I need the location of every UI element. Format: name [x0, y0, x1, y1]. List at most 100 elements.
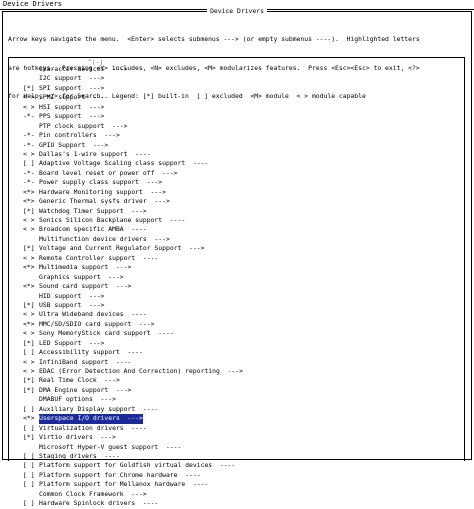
menu-item-label: Watchdog Timer Support --->	[39, 206, 147, 215]
menu-item[interactable]: -*- GPIO Support --->	[23, 141, 463, 150]
menu-item-state: -*-	[23, 131, 35, 140]
menu-item-state	[23, 395, 39, 404]
menu-item[interactable]: Multifunction device drivers --->	[23, 235, 463, 244]
menu-item-label: GPIO Support --->	[39, 140, 109, 149]
menu-item[interactable]: PTP clock support --->	[23, 122, 463, 131]
menu-item[interactable]: DMABUF options --->	[23, 395, 463, 404]
menu-item[interactable]: < > Sonics Silicon Backplane support ----	[23, 216, 463, 225]
menu-item-label: Common Clock Framework --->	[39, 489, 147, 498]
menu-item[interactable]: -*- Board level reset or power off --->	[23, 169, 463, 178]
menu-item[interactable]: -*- Power supply class support --->	[23, 178, 463, 187]
menu-item-state	[23, 65, 39, 74]
menu-item-state	[23, 490, 39, 499]
menu-item-label: Real Time Clock --->	[39, 376, 120, 385]
menu-item-label: InfiniBand support ----	[39, 357, 132, 366]
menu-item[interactable]: < > InfiniBand support ----	[23, 358, 463, 367]
menu-item[interactable]: [*] Watchdog Timer Support --->	[23, 207, 463, 216]
menu-item[interactable]: [ ] Virtualization drivers ----	[23, 424, 463, 433]
menu-item[interactable]: <*> Sound card support --->	[23, 282, 463, 291]
menu-item[interactable]: [*] Virtio drivers --->	[23, 433, 463, 442]
menu-item-state: [ ]	[23, 404, 35, 413]
menu-item[interactable]: HID support --->	[23, 292, 463, 301]
menu-item-state: <*>	[23, 414, 35, 423]
menu-item[interactable]: -*- PPS support --->	[23, 112, 463, 121]
menu-item[interactable]: < > Broadcom specific AMBA ----	[23, 225, 463, 234]
menu-item-label: USB support --->	[39, 300, 105, 309]
menu-item[interactable]: [*] USB support --->	[23, 301, 463, 310]
menu-item[interactable]: <*> Multimedia support --->	[23, 263, 463, 272]
menu-item-state: [ ]	[23, 423, 35, 432]
menu-item[interactable]: [*] DMA Engine support --->	[23, 386, 463, 395]
menu-item-label: HSI support --->	[39, 102, 105, 111]
menu-list: Character devices ---> I2C support ---> [*…	[23, 65, 463, 509]
menu-item-label: SPI support --->	[39, 83, 105, 92]
menu-item-label: DMABUF options --->	[39, 395, 116, 404]
menu-item-state: < >	[23, 329, 35, 338]
menu-item-label: Dallas's 1-wire support ----	[39, 149, 151, 158]
menu-item-state: [ ]	[23, 461, 35, 470]
menu-item[interactable]: [ ] Auxiliary Display support ----	[23, 405, 463, 414]
menu-item-state: [ ]	[23, 159, 35, 168]
menu-item-state: < >	[23, 225, 35, 234]
menu-item-state: <*>	[23, 187, 35, 196]
menu-item-label: Platform support for Goldfish virtual de…	[39, 461, 236, 470]
menu-item-label: SPMI support ----	[39, 93, 109, 102]
menu-item-state: [*]	[23, 206, 35, 215]
menu-item-label: Adaptive Voltage Scaling class support -…	[39, 159, 209, 168]
menu-item[interactable]: < > SPMI support ----	[23, 93, 463, 102]
menu-item[interactable]: <*> Userspace I/O drivers --->	[23, 414, 463, 424]
menu-item[interactable]: [ ] Adaptive Voltage Scaling class suppor…	[23, 159, 463, 168]
menu-item[interactable]: [ ] Platform support for Goldfish virtual…	[23, 461, 463, 470]
menu-item[interactable]: Microsoft Hyper-V guest support ----	[23, 443, 463, 452]
menu-item[interactable]: [*] LED Support --->	[23, 339, 463, 348]
menu-item-label: Pin controllers --->	[39, 131, 120, 140]
menu-item[interactable]: < > Dallas's 1-wire support ----	[23, 150, 463, 159]
menu-item-label: Microsoft Hyper-V guest support ----	[39, 442, 182, 451]
menu-list-box[interactable]: ^(-) Character devices ---> I2C support -…	[8, 57, 465, 507]
menu-item[interactable]: [ ] Platform support for Mellanox hardwar…	[23, 480, 463, 489]
menu-item-state: < >	[23, 367, 35, 375]
menu-item-state: < >	[23, 357, 35, 366]
menu-item[interactable]: I2C support --->	[23, 74, 463, 83]
menu-item-label: Virtualization drivers ----	[39, 423, 147, 432]
menu-item-label: PTP clock support --->	[39, 121, 128, 130]
menu-item[interactable]: < > HSI support --->	[23, 103, 463, 112]
menu-item-state	[23, 443, 39, 452]
menu-item-label: Generic Thermal sysfs driver --->	[39, 197, 170, 206]
menu-item-label: Hardware Spinlock drivers ----	[39, 499, 159, 508]
menu-item[interactable]: [ ] Platform support for Chrome hardware …	[23, 471, 463, 480]
menu-item-label: Platform support for Chrome hardware ---…	[39, 470, 201, 479]
menu-item-label: Sony MemoryStick card support ----	[39, 329, 174, 338]
menu-item-label: Multifunction device drivers --->	[39, 234, 170, 243]
menu-item[interactable]: < > Remote Controller support ----	[23, 254, 463, 263]
menu-item[interactable]: <*> Generic Thermal sysfs driver --->	[23, 197, 463, 206]
menu-item-state: < >	[23, 310, 35, 319]
menu-item[interactable]: Common Clock Framework --->	[23, 490, 463, 499]
menu-item-state	[23, 235, 39, 244]
menu-item[interactable]: [*] Real Time Clock --->	[23, 376, 463, 385]
menu-item[interactable]: <*> Hardware Monitoring support --->	[23, 188, 463, 197]
menu-item[interactable]: Character devices --->	[23, 65, 463, 74]
menu-item-label: MMC/SD/SDIO card support --->	[39, 319, 155, 328]
menu-item[interactable]: Graphics support --->	[23, 273, 463, 282]
menu-item[interactable]: < > EDAC (Error Detection And Correction)…	[23, 367, 463, 376]
menu-item-state: -*-	[23, 168, 35, 177]
menu-item[interactable]: [*] SPI support --->	[23, 84, 463, 93]
menu-item-state: < >	[23, 253, 35, 262]
menuconfig-dialog: Device Drivers Arrow keys navigate the m…	[2, 7, 472, 507]
menu-item-state	[23, 74, 39, 83]
menu-item-state: -*-	[23, 178, 35, 187]
menu-item[interactable]: [ ] Hardware Spinlock drivers ----	[23, 499, 463, 508]
menu-item-state: [*]	[23, 376, 35, 385]
menu-item[interactable]: [ ] Accessibility support ----	[23, 348, 463, 357]
menu-item-state: <*>	[23, 282, 35, 291]
menu-item[interactable]: < > Sony MemoryStick card support ----	[23, 329, 463, 338]
menu-item-label: Auxiliary Display support ----	[39, 404, 159, 413]
menu-item-label: I2C support --->	[39, 74, 105, 83]
menu-item[interactable]: [*] Voltage and Current Regulator Support…	[23, 244, 463, 253]
menu-item-state	[23, 273, 39, 282]
menu-item[interactable]: < > Ultra Wideband devices ----	[23, 310, 463, 319]
menu-item[interactable]: <*> MMC/SD/SDIO card support --->	[23, 320, 463, 329]
menu-item[interactable]: -*- Pin controllers --->	[23, 131, 463, 140]
menu-item-label: Graphics support --->	[39, 272, 124, 281]
